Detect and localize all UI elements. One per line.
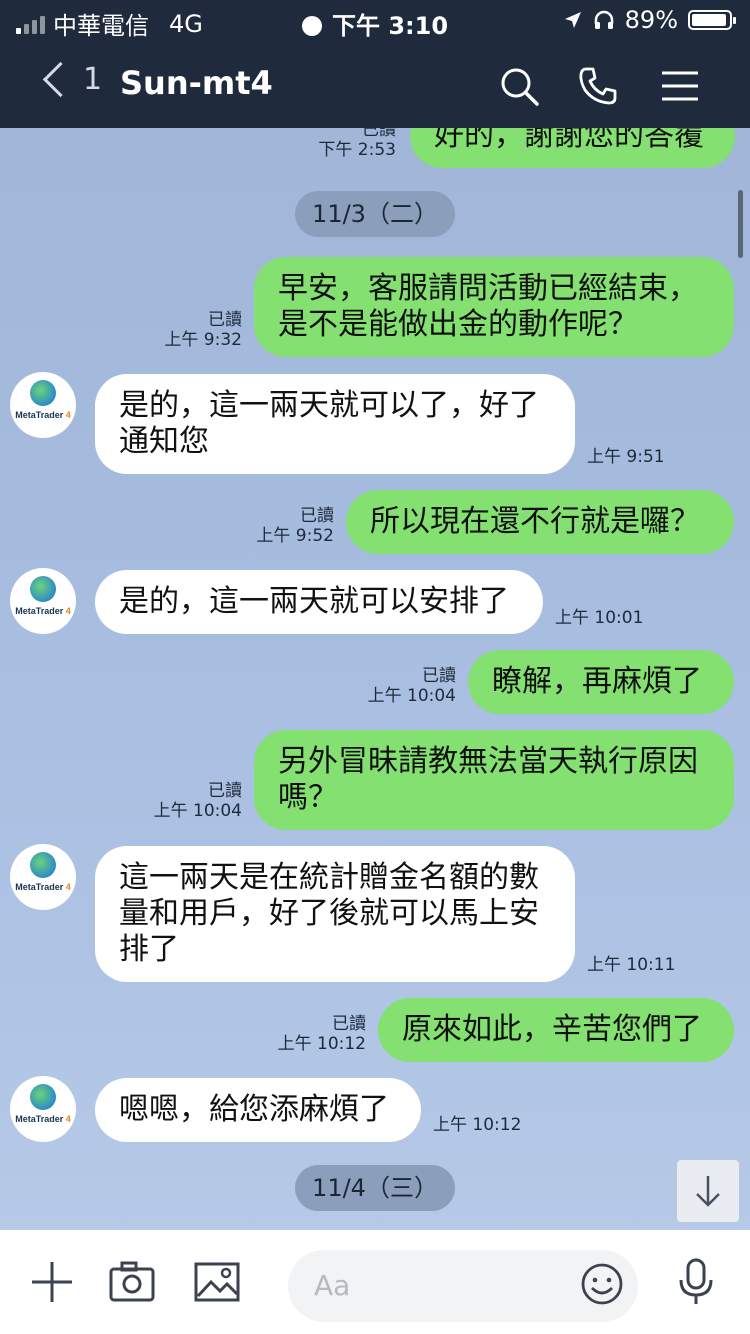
message-text: 所以現在還不行就是囉？ — [370, 504, 700, 539]
battery-icon — [688, 10, 736, 30]
status-bar: 中華電信 4G 下午 3:10 89% — [0, 0, 750, 40]
message-time: 上午 10:04 — [367, 686, 456, 706]
metatrader-logo-icon — [30, 1084, 56, 1110]
arrow-down-icon — [696, 1176, 720, 1207]
their-message-bubble[interactable]: 是的，這一兩天就可以安排了 — [95, 570, 543, 634]
message-meta: 已讀 下午 2:53 — [300, 128, 396, 160]
avatar-version: 4 — [65, 1114, 71, 1124]
message-time: 上午 9:51 — [587, 447, 665, 467]
their-message-bubble[interactable]: 嗯嗯，給您添麻煩了 — [95, 1078, 421, 1142]
chat-header: 1 Sun-mt4 — [0, 40, 750, 128]
image-icon[interactable] — [193, 1258, 241, 1306]
metatrader-logo-icon — [30, 852, 56, 878]
unread-count: 1 — [83, 62, 103, 97]
avatar-version: 4 — [65, 606, 71, 616]
read-receipt: 已讀 — [422, 666, 456, 686]
search-icon[interactable] — [497, 64, 541, 108]
message-text: 原來如此，辛苦您們了 — [402, 1012, 702, 1047]
contact-avatar[interactable]: MetaTrader 4 — [10, 844, 76, 910]
phone-icon[interactable] — [576, 64, 620, 108]
read-receipt: 已讀 — [208, 310, 242, 330]
avatar-brand: MetaTrader — [15, 410, 64, 420]
message-text: 是的，這一兩天就可以安排了 — [119, 584, 509, 619]
their-message-bubble[interactable]: 這一兩天是在統計贈金名額的數 量和用戶，好了後就可以馬上安 排了 — [95, 846, 575, 982]
avatar-brand: MetaTrader — [15, 1114, 64, 1124]
my-message-bubble[interactable]: 所以現在還不行就是囉？ — [346, 490, 734, 554]
avatar-version: 4 — [65, 882, 71, 892]
date-separator: 11/3（二） — [295, 191, 455, 237]
avatar-brand: MetaTrader — [15, 606, 64, 616]
input-bar: Aa — [0, 1230, 750, 1334]
chat-title: Sun-mt4 — [120, 64, 273, 102]
clock-label: 下午 3:10 — [331, 12, 449, 40]
message-time: 上午 9:32 — [164, 330, 242, 350]
scroll-to-bottom-button[interactable] — [677, 1160, 739, 1222]
metatrader-logo-icon — [30, 380, 56, 406]
message-text: 瞭解，再麻煩了 — [492, 664, 702, 699]
my-message-bubble[interactable]: 原來如此，辛苦您們了 — [378, 998, 734, 1062]
message-time: 上午 10:04 — [153, 801, 242, 821]
battery-label: 89% — [624, 6, 678, 34]
avatar-brand: MetaTrader — [15, 882, 64, 892]
my-message-bubble[interactable]: 瞭解，再麻煩了 — [468, 650, 734, 714]
back-button[interactable]: 1 — [40, 61, 103, 98]
avatar-version: 4 — [65, 410, 71, 420]
message-meta: 已讀 上午 10:12 — [262, 1014, 366, 1054]
my-message-bubble[interactable]: 早安，客服請問活動已經結束， 是不是能做出金的動作呢？ — [254, 257, 734, 357]
chat-area: 好的，謝謝您的答覆 已讀 下午 2:53 11/3（二） 早安，客服請問活動已經… — [0, 128, 750, 1230]
message-text: 好的，謝謝您的答覆 — [434, 128, 704, 153]
scrollbar[interactable] — [738, 190, 743, 258]
location-arrow-icon — [301, 16, 322, 36]
message-text: 這一兩天是在統計贈金名額的數 量和用戶，好了後就可以馬上安 排了 — [119, 860, 539, 967]
read-receipt: 已讀 — [208, 781, 242, 801]
my-message-bubble[interactable]: 另外冒昧請教無法當天執行原因 嗎？ — [254, 730, 734, 830]
message-time: 下午 2:53 — [318, 140, 396, 160]
message-meta: 已讀 上午 10:04 — [134, 781, 242, 821]
message-text: 是的，這一兩天就可以了，好了 通知您 — [119, 388, 539, 459]
message-time: 上午 10:12 — [277, 1034, 366, 1054]
their-message-bubble[interactable]: 是的，這一兩天就可以了，好了 通知您 — [95, 374, 575, 474]
avatar-label: MetaTrader 4 — [13, 882, 73, 892]
contact-avatar[interactable]: MetaTrader 4 — [10, 568, 76, 634]
avatar-label: MetaTrader 4 — [13, 1114, 73, 1124]
message-text: 早安，客服請問活動已經結束， 是不是能做出金的動作呢？ — [278, 271, 698, 342]
message-time: 上午 10:12 — [433, 1115, 522, 1135]
message-input-placeholder: Aa — [314, 1269, 351, 1302]
chevron-left-icon — [42, 61, 79, 98]
message-meta: 已讀 上午 9:52 — [236, 506, 334, 546]
emoji-icon[interactable] — [580, 1262, 624, 1306]
contact-avatar[interactable]: MetaTrader 4 — [10, 372, 76, 438]
message-time: 上午 9:52 — [256, 526, 334, 546]
location-icon — [564, 12, 581, 28]
metatrader-logo-icon — [30, 576, 56, 602]
contact-avatar[interactable]: MetaTrader 4 — [10, 1076, 76, 1142]
microphone-icon[interactable] — [672, 1258, 720, 1306]
message-text: 另外冒昧請教無法當天執行原因 嗎？ — [278, 744, 698, 815]
avatar-label: MetaTrader 4 — [13, 410, 73, 420]
message-text: 嗯嗯，給您添麻煩了 — [119, 1092, 389, 1127]
headphones-icon — [594, 10, 613, 29]
read-receipt: 已讀 — [362, 128, 396, 140]
message-time: 上午 10:11 — [587, 955, 676, 975]
message-input[interactable]: Aa — [288, 1250, 638, 1322]
my-message-bubble[interactable]: 好的，謝謝您的答覆 — [410, 128, 735, 168]
read-receipt: 已讀 — [332, 1014, 366, 1034]
menu-icon[interactable] — [658, 64, 702, 108]
avatar-label: MetaTrader 4 — [13, 606, 73, 616]
camera-icon[interactable] — [108, 1258, 156, 1306]
message-meta: 已讀 上午 9:32 — [140, 310, 242, 350]
message-meta: 已讀 上午 10:04 — [350, 666, 456, 706]
read-receipt: 已讀 — [300, 506, 334, 526]
message-time: 上午 10:01 — [555, 608, 644, 628]
plus-icon[interactable] — [28, 1258, 76, 1306]
date-separator: 11/4（三） — [295, 1165, 455, 1211]
